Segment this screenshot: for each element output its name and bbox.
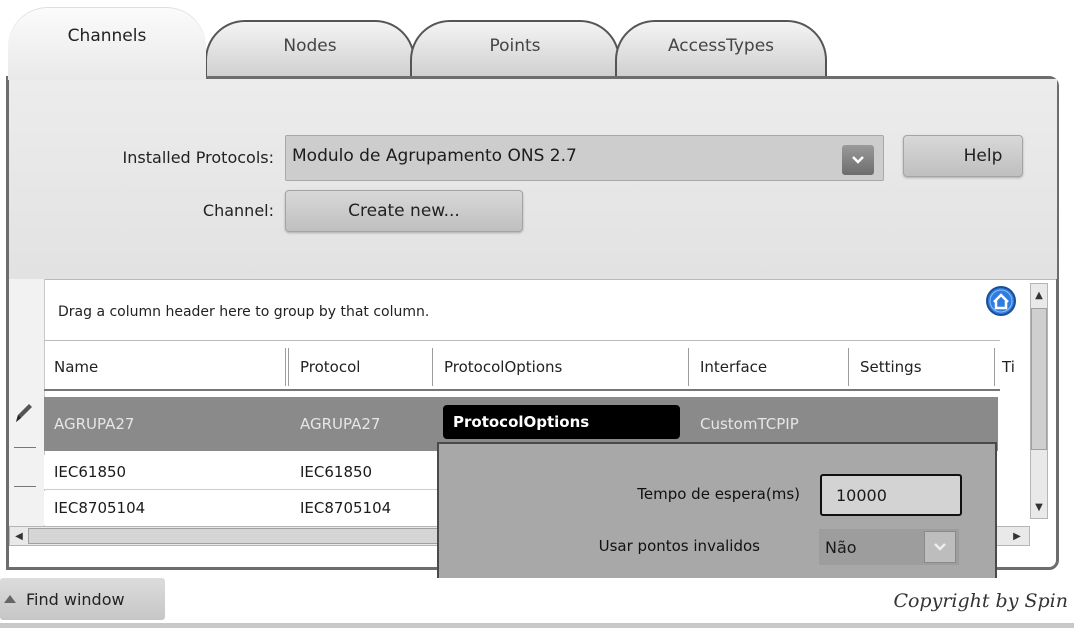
pencil-icon	[8, 398, 38, 428]
column-header-settings-label: Settings	[860, 358, 922, 376]
vertical-scrollbar-thumb[interactable]	[1031, 308, 1047, 450]
cell-name: IEC61850	[54, 463, 127, 481]
protocol-options-popup	[437, 442, 997, 590]
help-button[interactable]: Help	[903, 135, 1023, 177]
column-separator	[432, 348, 433, 386]
timeout-input[interactable]: 10000	[820, 474, 962, 516]
create-new-button[interactable]: Create new...	[285, 190, 523, 232]
column-header-protocol[interactable]: Protocol	[290, 344, 432, 390]
cell-protocol: IEC61850	[300, 463, 373, 481]
bottom-border	[0, 623, 1074, 628]
row-indicator-line	[14, 447, 36, 448]
tab-nodes-label: Nodes	[283, 36, 337, 56]
chevron-up-icon	[4, 595, 16, 603]
column-header-settings[interactable]: Settings	[850, 344, 994, 390]
row-divider	[44, 489, 437, 490]
column-separator	[688, 348, 689, 386]
divider	[44, 340, 1000, 341]
column-header-timeout-label: Tir	[1002, 358, 1016, 376]
cell-name: IEC8705104	[54, 499, 146, 517]
column-header-protocol-label: Protocol	[300, 358, 361, 376]
invalid-points-label: Usar pontos invalidos	[598, 537, 760, 555]
cell-name: AGRUPA27	[54, 415, 135, 433]
chevron-down-icon	[934, 543, 946, 551]
installed-protocols-label: Installed Protocols:	[122, 148, 274, 167]
scroll-right-icon[interactable]: ▶	[1010, 529, 1024, 543]
column-separator	[288, 348, 289, 386]
group-by-hint: Drag a column header here to group by th…	[58, 304, 430, 320]
column-header-interface[interactable]: Interface	[690, 344, 848, 390]
installed-protocols-value: Modulo de Agrupamento ONS 2.7	[292, 146, 577, 166]
tab-channels-label: Channels	[67, 26, 147, 46]
invalid-points-dropdown-button[interactable]	[924, 531, 956, 563]
scroll-down-icon[interactable]: ▼	[1032, 500, 1046, 514]
tab-points-label: Points	[489, 36, 541, 56]
column-header-name[interactable]: Name	[44, 344, 288, 390]
group-by-area[interactable]: Drag a column header here to group by th…	[44, 284, 1000, 340]
column-header-protocoloptions[interactable]: ProtocolOptions	[434, 344, 688, 390]
header-underline	[44, 389, 1000, 391]
home-icon[interactable]	[985, 285, 1017, 317]
find-window-label: Find window	[26, 589, 125, 609]
channel-label: Channel:	[202, 201, 274, 220]
scroll-left-icon[interactable]: ◀	[12, 529, 26, 543]
copyright-text: Copyright by Spin	[893, 590, 1068, 612]
protocol-options-editor[interactable]: ProtocolOptions	[443, 405, 680, 439]
tab-channels[interactable]: Channels	[8, 8, 206, 80]
protocol-options-editor-label: ProtocolOptions	[453, 413, 590, 431]
column-header-protocoloptions-label: ProtocolOptions	[444, 358, 563, 376]
scroll-up-icon[interactable]: ▲	[1032, 288, 1046, 302]
cell-protocol: AGRUPA27	[300, 415, 381, 433]
column-header-name-label: Name	[54, 358, 99, 376]
row-indicator-line	[14, 486, 36, 487]
column-header-timeout[interactable]: Tir	[996, 344, 1016, 390]
horizontal-scrollbar-thumb[interactable]	[28, 528, 438, 544]
column-header-interface-label: Interface	[700, 358, 768, 376]
create-new-button-label: Create new...	[348, 201, 460, 221]
help-button-label: Help	[963, 146, 1003, 166]
tab-nodes[interactable]: Nodes	[205, 20, 415, 78]
find-window-button[interactable]: Find window	[0, 578, 165, 620]
cell-protocol: IEC8705104	[300, 499, 392, 517]
column-separator	[285, 348, 286, 386]
tab-points[interactable]: Points	[410, 20, 620, 78]
timeout-label: Tempo de espera(ms)	[637, 485, 800, 503]
tab-accesstypes-label: AccessTypes	[667, 36, 775, 56]
chevron-down-icon	[852, 156, 864, 164]
column-separator	[994, 348, 995, 386]
installed-protocols-dropdown-button[interactable]	[842, 145, 874, 175]
tab-accesstypes[interactable]: AccessTypes	[615, 20, 827, 78]
column-separator	[848, 348, 849, 386]
